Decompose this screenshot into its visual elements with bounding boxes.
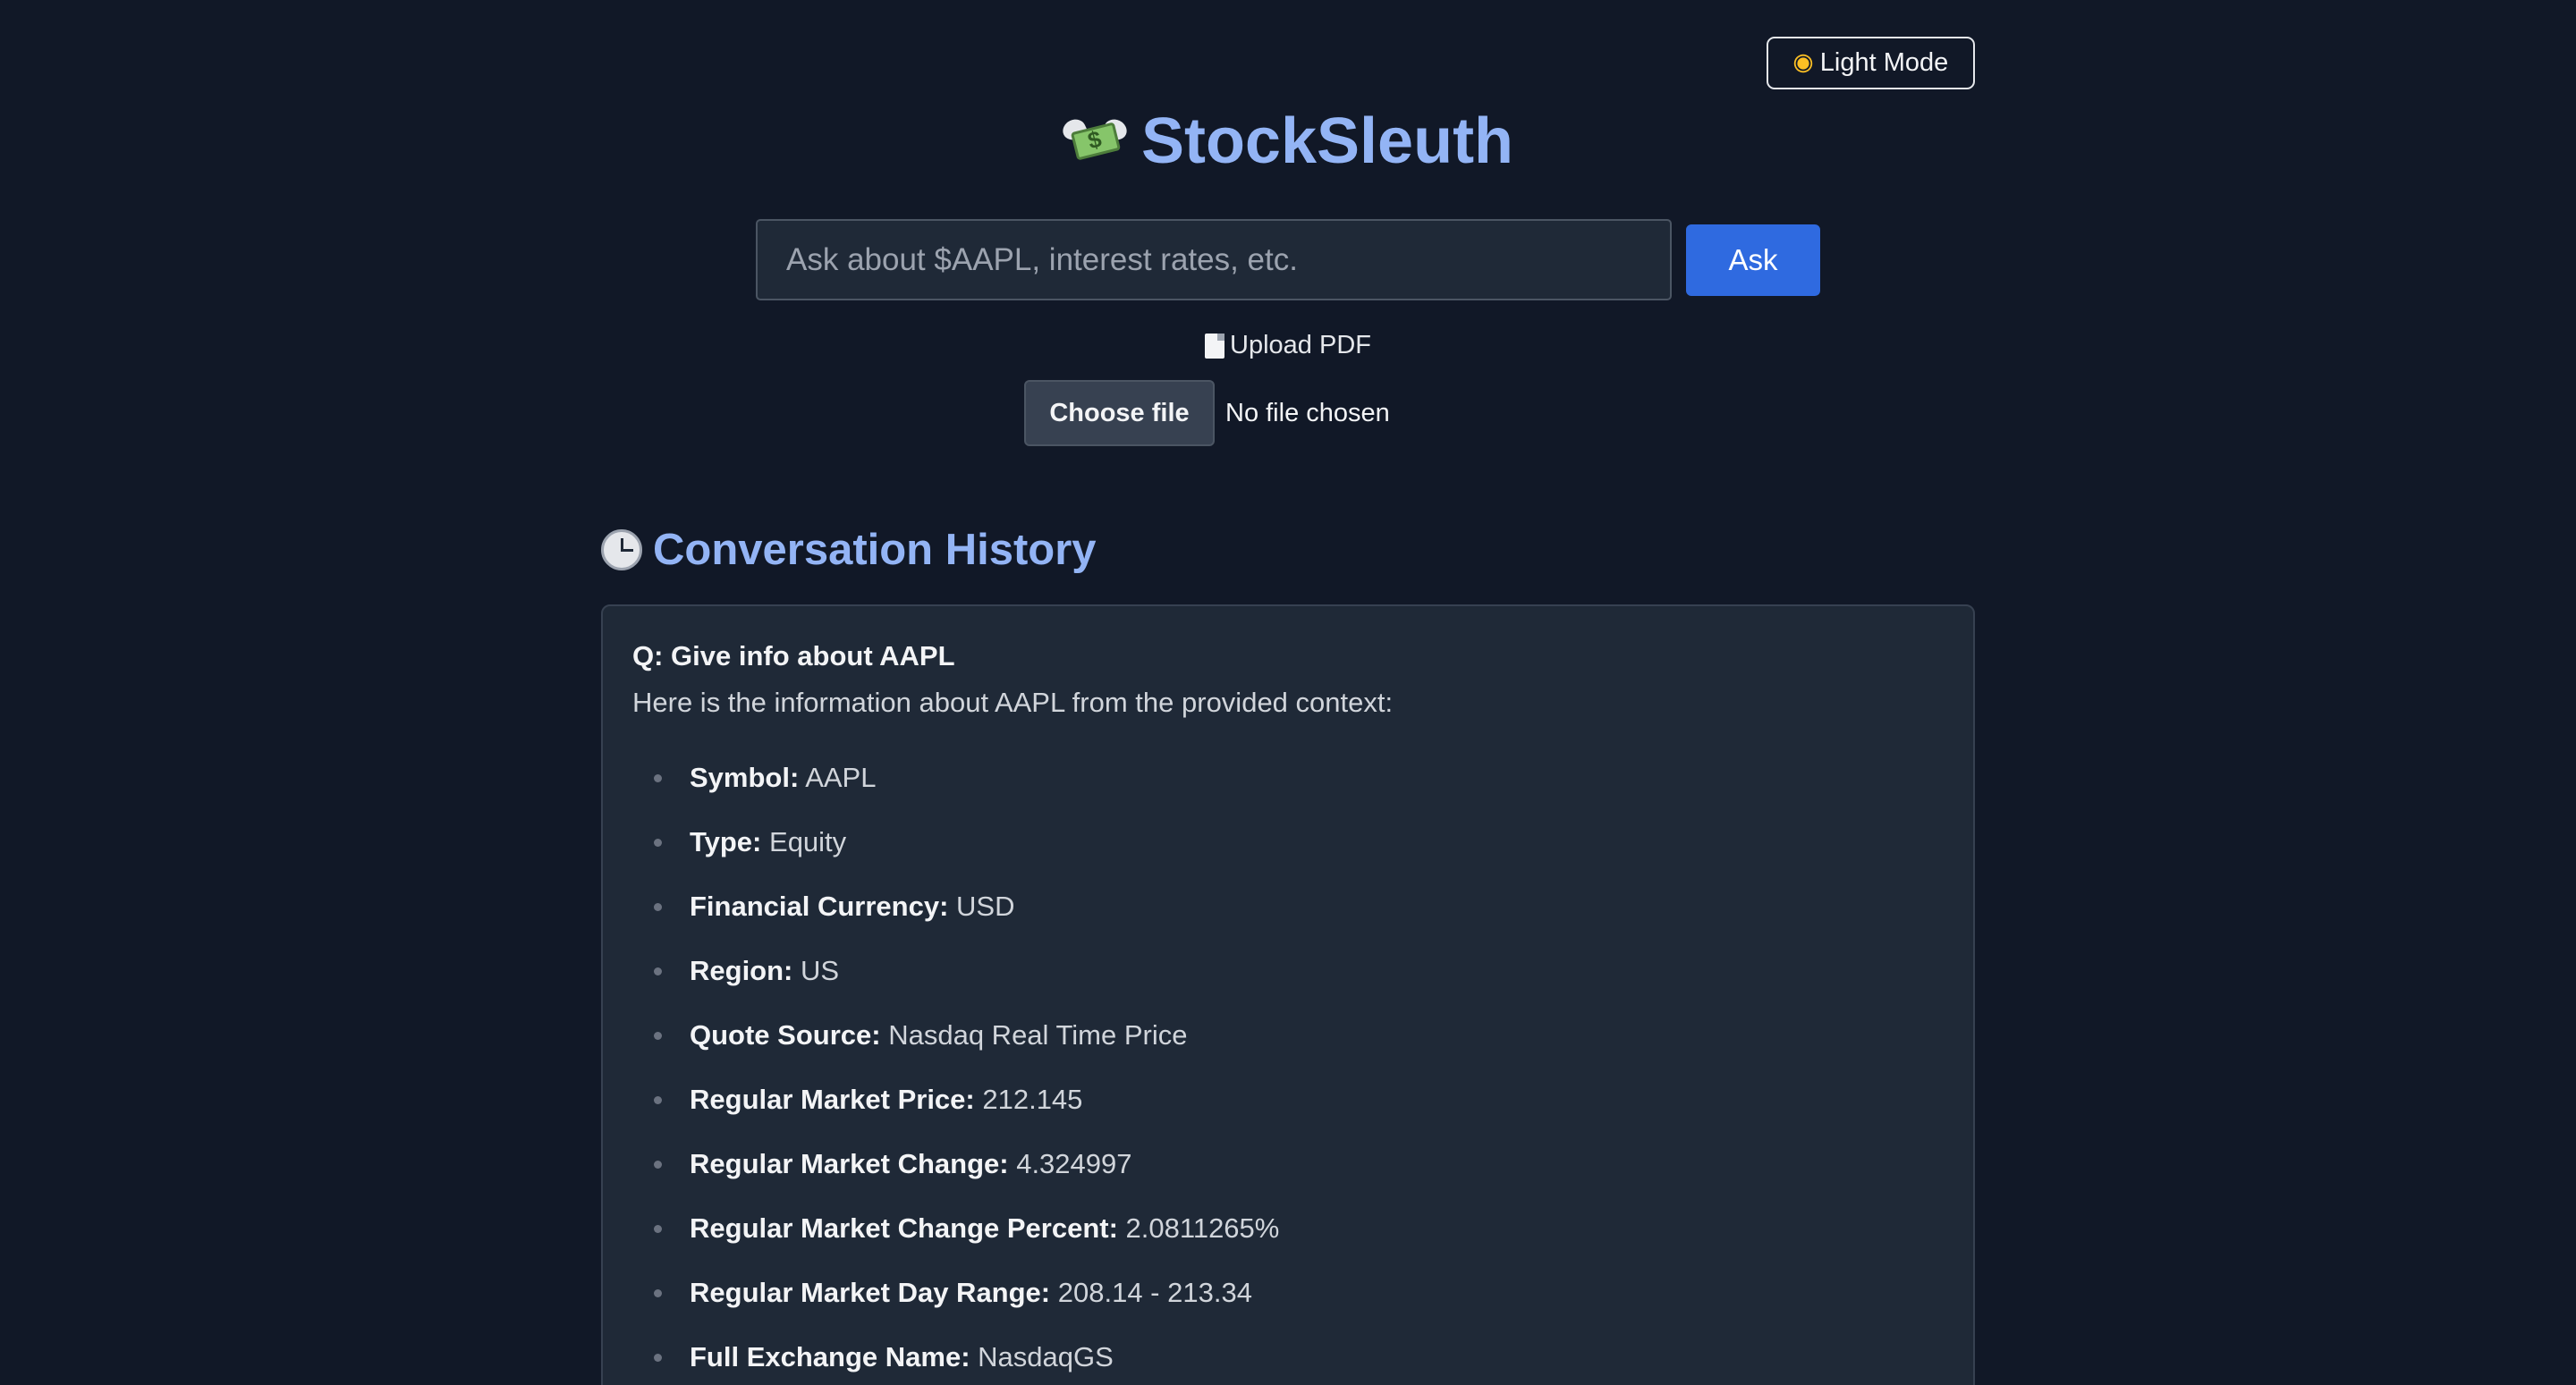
light-mode-toggle[interactable]: Light Mode (1767, 37, 1975, 89)
upload-pdf-text: Upload PDF (1230, 331, 1371, 359)
item-value: 2.0811265% (1125, 1212, 1280, 1244)
document-icon (1205, 333, 1225, 359)
list-item: Regular Market Change Percent: 2.0811265… (632, 1211, 1944, 1275)
list-item: Regular Market Price: 212.145 (632, 1082, 1944, 1146)
money-with-wings-icon (1059, 114, 1131, 168)
list-item: Quote Source: Nasdaq Real Time Price (632, 1018, 1944, 1082)
question-input[interactable] (756, 219, 1672, 300)
list-item: Type: Equity (632, 824, 1944, 889)
conversation-entry: Q: Give info about AAPL Here is the info… (601, 604, 1975, 1385)
item-value: 208.14 - 213.34 (1057, 1277, 1252, 1308)
app-title: StockSleuth (0, 100, 2576, 182)
item-key: Financial Currency: (690, 891, 949, 922)
question-text: Q: Give info about AAPL (632, 640, 955, 671)
answer-list: Symbol: AAPL Type: Equity Financial Curr… (632, 760, 1944, 1385)
item-key: Regular Market Day Range: (690, 1277, 1051, 1308)
item-value: USD (956, 891, 1015, 922)
item-key: Type: (690, 826, 762, 857)
item-value: AAPL (805, 762, 877, 793)
item-key: Full Exchange Name: (690, 1341, 970, 1372)
clock-icon (601, 529, 642, 570)
item-key: Quote Source: (690, 1019, 881, 1051)
light-mode-label: Light Mode (1819, 48, 1949, 77)
item-key: Regular Market Change Percent: (690, 1212, 1118, 1244)
item-value: Nasdaq Real Time Price (888, 1019, 1188, 1051)
choose-file-button[interactable]: Choose file (1024, 380, 1215, 446)
item-value: 4.324997 (1016, 1148, 1132, 1179)
item-value: US (801, 955, 840, 986)
page: Light Mode StockSleuth Ask Upload PDF Ch… (0, 0, 2576, 1385)
file-input: Choose file No file chosen (1024, 380, 1390, 446)
item-key: Regular Market Change: (690, 1148, 1009, 1179)
item-value: 212.145 (982, 1084, 1083, 1115)
ask-button[interactable]: Ask (1686, 224, 1820, 296)
list-item: Regular Market Day Range: 208.14 - 213.3… (632, 1275, 1944, 1339)
item-key: Symbol: (690, 762, 800, 793)
upload-pdf-label: Upload PDF (0, 331, 2576, 360)
app-title-text: StockSleuth (1140, 106, 1514, 177)
answer-intro: Here is the information about AAPL from … (632, 687, 1394, 718)
item-value: Equity (769, 826, 847, 857)
file-status: No file chosen (1225, 398, 1390, 427)
list-item: Region: US (632, 953, 1944, 1018)
sun-icon (1797, 56, 1809, 70)
list-item: Full Exchange Name: NasdaqGS (632, 1339, 1944, 1385)
item-value: NasdaqGS (978, 1341, 1114, 1372)
item-key: Regular Market Price: (690, 1084, 975, 1115)
conversation-history-heading: Conversation History (601, 519, 1097, 581)
item-key: Region: (690, 955, 793, 986)
list-item: Regular Market Change: 4.324997 (632, 1146, 1944, 1211)
conversation-history-title: Conversation History (653, 526, 1097, 574)
list-item: Financial Currency: USD (632, 889, 1944, 953)
list-item: Symbol: AAPL (632, 760, 1944, 824)
